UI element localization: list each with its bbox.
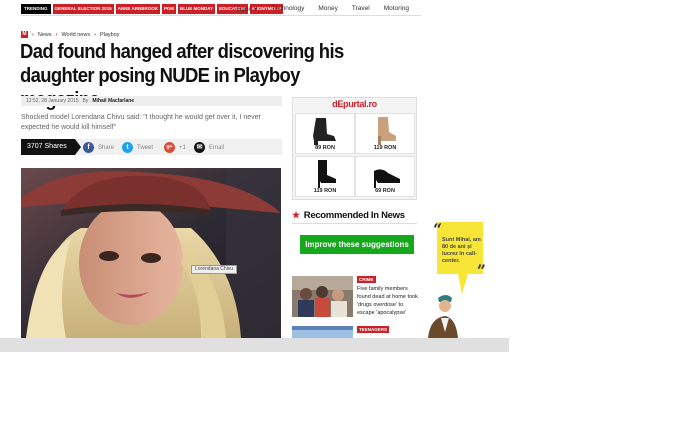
recommended-title: Recommended In News	[303, 210, 405, 221]
nav-money[interactable]: Money	[318, 5, 338, 13]
nav-motoring[interactable]: Motoring	[384, 5, 409, 13]
author-link[interactable]: Mihail Macfarlane	[92, 96, 134, 106]
nav-sport[interactable]: Sport ▾	[237, 5, 258, 13]
breadcrumb-separator: ›	[94, 31, 96, 38]
story-category-badge: TEENAGERS	[357, 326, 390, 333]
article-byline: 12:52, 28 January 2015 By Mihail Macfarl…	[21, 96, 282, 106]
shoe-ad-item[interactable]: 119 RON	[355, 113, 415, 154]
heeled-boot-icon	[378, 117, 396, 145]
google-plus-share-button[interactable]: g+ +1	[164, 142, 186, 153]
story-thumbnail[interactable]	[292, 276, 353, 317]
google-plus-icon: g+	[164, 142, 175, 153]
facebook-icon: f	[83, 142, 94, 153]
trending-tag-general-election[interactable]: GENERAL ELECTION 2015	[52, 4, 114, 14]
shoe-price: 119 RON	[373, 145, 397, 151]
improve-suggestions-button[interactable]: Improve these suggestions	[300, 235, 414, 254]
photo-caption: Lorendana Chivu	[191, 265, 238, 274]
breadcrumb-news[interactable]: News	[38, 32, 52, 38]
shoe-ad-item[interactable]: 69 RON	[355, 156, 415, 197]
nav-travel[interactable]: Travel	[352, 5, 370, 13]
star-icon: ★	[292, 210, 300, 220]
email-share-label: Email	[209, 144, 225, 151]
share-count: 3707 Shares	[21, 139, 81, 155]
bottom-bar	[0, 338, 509, 352]
recommended-heading: ★ Recommended In News	[292, 210, 405, 221]
shoe-price: 69 RON	[375, 188, 395, 194]
quote-open-icon: “	[433, 220, 443, 239]
breadcrumb-separator: ›	[32, 31, 34, 38]
shoe-ad-item[interactable]: 119 RON	[295, 156, 355, 197]
twitter-share-button[interactable]: t Tweet	[122, 142, 153, 153]
call-center-advertisement[interactable]: “ Sunt Mihai, am 80 de ani și lucrez în …	[433, 220, 486, 280]
heeled-shoe-icon	[374, 169, 400, 188]
facebook-share-button[interactable]: f Share	[83, 142, 114, 153]
breadcrumb-world-news[interactable]: World news	[61, 32, 90, 38]
story-thumbnail[interactable]	[292, 326, 353, 338]
story-category-badge: CRIME	[357, 276, 376, 283]
article-photo	[21, 168, 281, 338]
top-navigation: TRENDING GENERAL ELECTION 2015 ANNE ARNB…	[21, 2, 421, 16]
shoe-price: 89 RON	[315, 145, 335, 151]
site-logo-icon[interactable]: M	[21, 31, 28, 38]
breadcrumb: M › News › World news › Playboy	[21, 31, 120, 38]
shoe-advertisement[interactable]: dEpurtal.ro 89 RON 119 RON 119 RON 69 RO…	[292, 97, 417, 200]
recommended-story[interactable]: CRIME Five family members found dead at …	[292, 276, 422, 320]
story-thumbnail-image	[292, 326, 353, 338]
story-thumbnail-image	[292, 276, 353, 317]
section-nav: Sport ▾ Technology Money Travel Motoring	[237, 5, 409, 13]
shoe-ad-item[interactable]: 89 RON	[295, 113, 355, 154]
article-photo-image	[21, 168, 281, 338]
email-icon: ✉	[194, 142, 205, 153]
share-bar: 3707 Shares f Share t Tweet g+ +1 ✉ Emai…	[21, 139, 282, 155]
byline-prefix: By	[82, 98, 89, 104]
article-standfirst: Shocked model Lorendana Chivu said: "I t…	[21, 114, 261, 131]
shoe-price: 119 RON	[313, 188, 337, 194]
trending-tag-anne-arnbrook[interactable]: ANNE ARNBROOK	[115, 4, 161, 14]
old-man-illustration	[428, 295, 458, 338]
story-headline[interactable]: Five family members found dead at home t…	[357, 285, 421, 317]
ankle-boot-icon	[313, 118, 336, 145]
trending-tag-blue-monday[interactable]: BLUE MONDAY	[178, 4, 216, 14]
breadcrumb-playboy[interactable]: Playboy	[100, 32, 120, 38]
nav-technology[interactable]: Technology	[271, 5, 304, 13]
twitter-icon: t	[122, 142, 133, 153]
divider	[292, 223, 417, 224]
breadcrumb-separator: ›	[55, 31, 58, 38]
stiletto-boot-icon	[318, 160, 336, 188]
article-timestamp: 12:52, 28 January 2015	[26, 98, 79, 104]
trending-label: TRENDING	[21, 4, 51, 14]
bubble-tail	[458, 274, 468, 294]
email-share-button[interactable]: ✉ Email	[194, 142, 224, 153]
trending-tag-pdm[interactable]: PDM	[162, 4, 177, 14]
quote-close-icon: ”	[476, 261, 486, 280]
twitter-share-label: Tweet	[137, 144, 154, 151]
recommended-story[interactable]: TEENAGERS	[292, 326, 422, 338]
facebook-share-label: Share	[98, 144, 115, 151]
google-plus-share-label: +1	[179, 144, 186, 151]
ad-brand-logo[interactable]: dEpurtal.ro	[293, 99, 416, 109]
